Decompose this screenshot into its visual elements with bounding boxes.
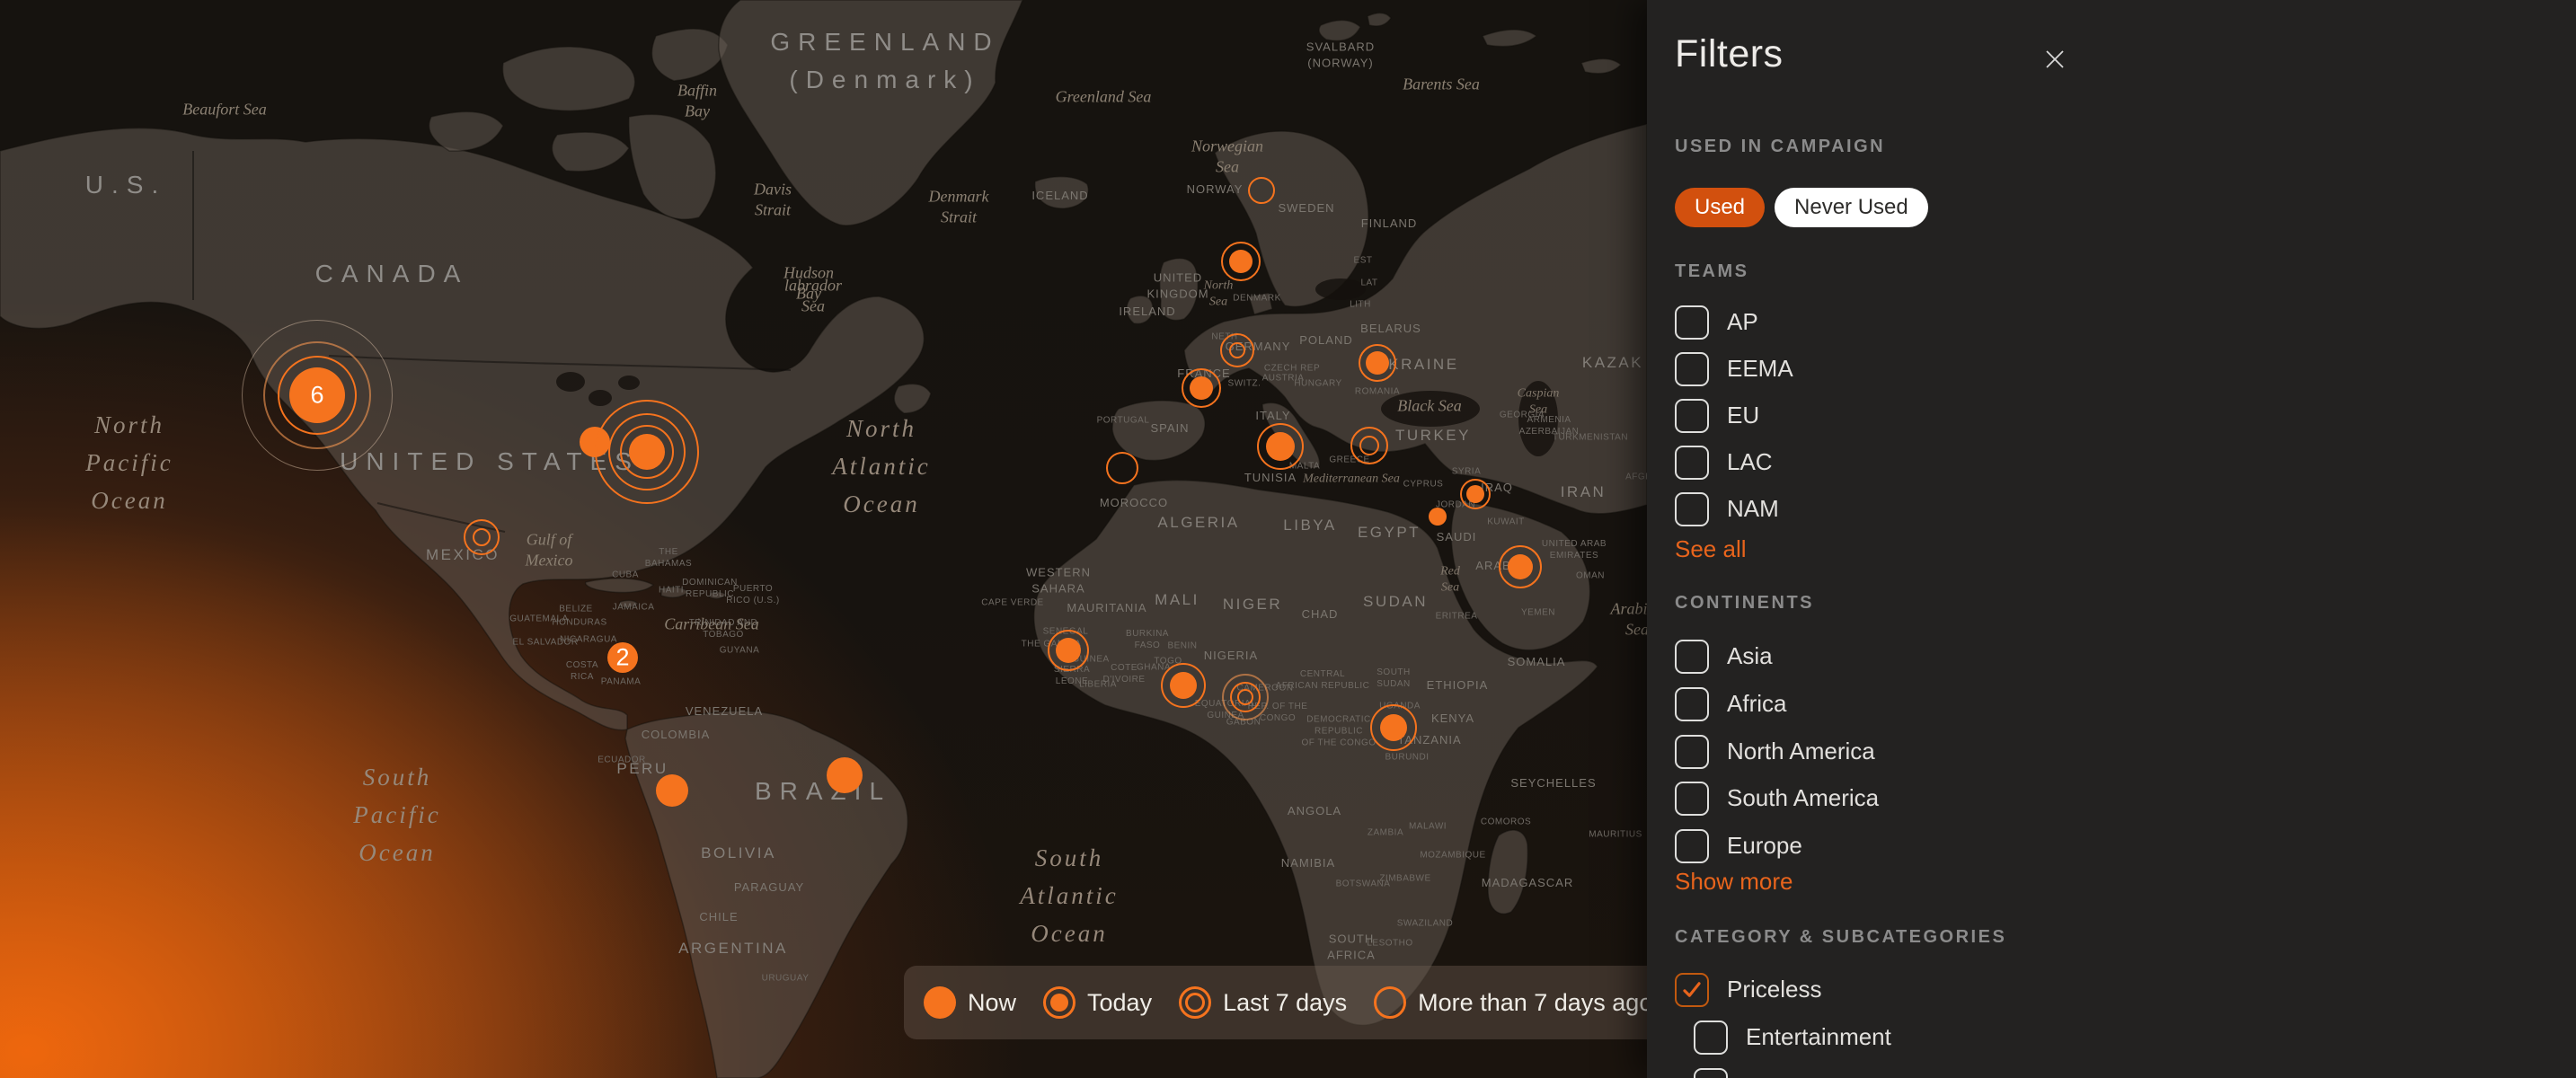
checkbox-unchecked[interactable] — [1675, 305, 1709, 340]
marker-ring — [1248, 177, 1275, 204]
map-markers-layer: 62 — [0, 0, 1647, 1078]
marker-core — [1466, 485, 1484, 503]
checkbox-label: NAM — [1727, 495, 1779, 523]
checkbox-unchecked[interactable] — [1675, 352, 1709, 386]
checkbox-unchecked[interactable] — [1694, 1021, 1728, 1055]
marker-ring — [1220, 333, 1254, 367]
filter-option-africa: Africa — [1675, 680, 1786, 728]
legend-label: Today — [1087, 989, 1152, 1017]
marker-core — [1056, 638, 1081, 663]
check-icon — [1677, 975, 1707, 1005]
filter-option-europe: Europe — [1675, 822, 1802, 870]
marker-core — [1229, 250, 1253, 273]
checkbox-label: LAC — [1727, 448, 1773, 476]
checkbox-label: EEMA — [1727, 355, 1793, 383]
filter-option-item — [1694, 1061, 1728, 1078]
filter-option-eu: EU — [1675, 392, 1759, 439]
marker-ring — [1350, 427, 1388, 464]
show-more-link[interactable]: Show more — [1675, 868, 1793, 896]
see-all-link[interactable]: See all — [1675, 535, 1747, 563]
filter-option-entertainment: Entertainment — [1694, 1013, 1891, 1061]
checkbox-checked[interactable] — [1675, 973, 1709, 1007]
checkbox-unchecked[interactable] — [1694, 1068, 1728, 1078]
legend-item-today: Today — [1043, 986, 1152, 1019]
section-header-category: CATEGORY & SUBCATEGORIES — [1675, 927, 2006, 948]
filter-option-north-america: North America — [1675, 728, 1875, 775]
marker-core — [1429, 508, 1447, 526]
section-header-used-in-campaign: USED IN CAMPAIGN — [1675, 137, 1885, 157]
checkbox-unchecked[interactable] — [1675, 640, 1709, 674]
marker-count: 6 — [310, 382, 323, 410]
map-time-legend: Now Today Last 7 days More than 7 days ago — [904, 966, 1647, 1039]
checkbox-label: Asia — [1727, 642, 1773, 670]
marker-core — [1170, 672, 1197, 699]
app-window: North Pacific OceanNorth Atlantic OceanS… — [0, 0, 2576, 1078]
legend-item-more-than-7-days-ago: More than 7 days ago — [1374, 986, 1647, 1019]
section-header-teams: TEAMS — [1675, 261, 1749, 282]
world-map[interactable]: North Pacific OceanNorth Atlantic OceanS… — [0, 0, 1647, 1078]
checkbox-label: Priceless — [1727, 976, 1821, 1003]
legend-label: Last 7 days — [1223, 989, 1347, 1017]
marker-core — [827, 757, 863, 793]
checkbox-unchecked[interactable] — [1675, 782, 1709, 816]
marker-core — [629, 434, 665, 470]
legend-today-icon — [1043, 986, 1076, 1019]
checkbox-unchecked[interactable] — [1675, 492, 1709, 526]
filter-option-eema: EEMA — [1675, 345, 1793, 393]
used-toggle-group: Used Never Used — [1675, 188, 1928, 227]
filter-option-asia: Asia — [1675, 632, 1773, 680]
checkbox-unchecked[interactable] — [1675, 687, 1709, 721]
checkbox-label: South America — [1727, 784, 1879, 812]
legend-last7-icon — [1179, 986, 1211, 1019]
panel-title: Filters — [1675, 32, 1784, 76]
marker-core — [1366, 351, 1389, 375]
checkbox-unchecked[interactable] — [1675, 446, 1709, 480]
checkbox-label: EU — [1727, 402, 1759, 429]
filter-option-lac: LAC — [1675, 438, 1773, 486]
checkbox-unchecked[interactable] — [1675, 829, 1709, 863]
checkbox-label: Entertainment — [1746, 1023, 1891, 1051]
section-header-continents: CONTINENTS — [1675, 593, 1814, 614]
never-used-pill[interactable]: Never Used — [1775, 188, 1928, 227]
checkbox-label: AP — [1727, 308, 1758, 336]
marker-core — [1380, 714, 1407, 741]
filter-option-priceless: Priceless — [1675, 966, 1821, 1013]
checkbox-label: Africa — [1727, 690, 1786, 718]
legend-more-icon — [1374, 986, 1406, 1019]
checkbox-unchecked[interactable] — [1675, 735, 1709, 769]
legend-label: Now — [968, 989, 1016, 1017]
used-pill[interactable]: Used — [1675, 188, 1765, 227]
marker-ring — [464, 519, 500, 555]
legend-item-now: Now — [924, 986, 1016, 1019]
marker-ring — [1106, 452, 1138, 484]
filters-panel: Filters USED IN CAMPAIGN UsedNever Used … — [1647, 0, 2576, 1078]
checkbox-label: North America — [1727, 738, 1875, 765]
close-icon[interactable] — [2040, 45, 2069, 74]
checkbox-unchecked[interactable] — [1675, 399, 1709, 433]
marker-core — [1508, 554, 1533, 579]
legend-now-icon — [924, 986, 956, 1019]
legend-label: More than 7 days ago — [1418, 989, 1647, 1017]
filter-option-south-america: South America — [1675, 774, 1879, 822]
legend-item-last-7-days: Last 7 days — [1179, 986, 1347, 1019]
marker-count: 2 — [615, 644, 629, 672]
filter-option-nam: NAM — [1675, 485, 1779, 533]
marker-core — [656, 774, 688, 807]
marker-ring — [1222, 674, 1269, 720]
filter-option-ap: AP — [1675, 298, 1758, 346]
checkbox-label: Europe — [1727, 832, 1802, 860]
marker-core — [1190, 376, 1213, 400]
marker-core — [1266, 432, 1295, 461]
